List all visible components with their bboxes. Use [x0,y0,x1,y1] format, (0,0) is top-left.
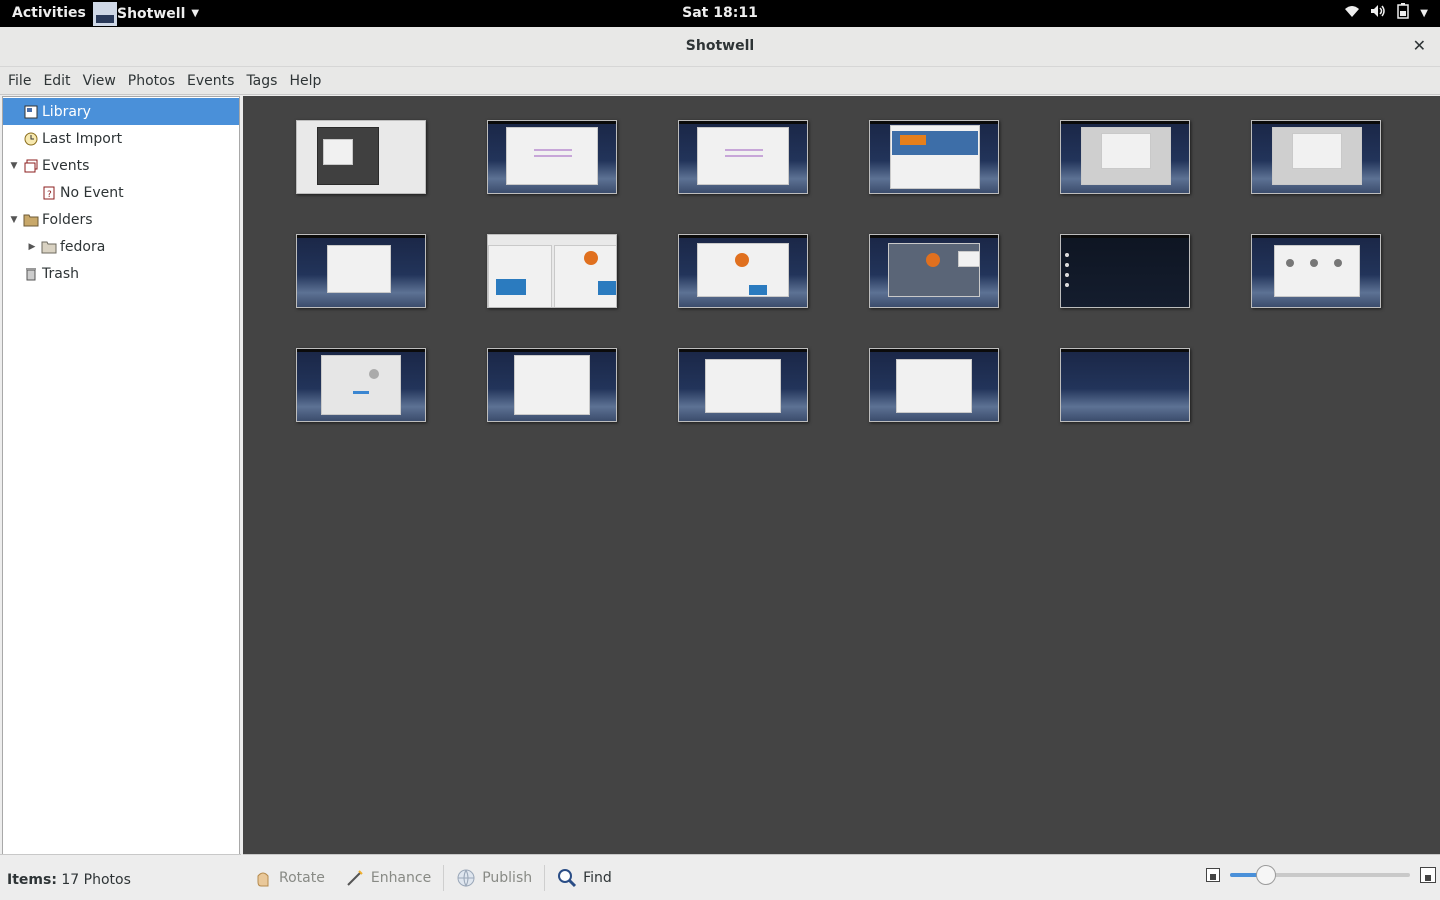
photo-thumbnail[interactable] [1251,234,1381,308]
chevron-down-icon: ▼ [191,8,200,19]
search-icon [557,868,577,888]
zoom-slider-handle[interactable] [1256,865,1276,885]
sidebar-item-events[interactable]: ▼ Events [3,152,239,179]
expander-open-icon[interactable]: ▼ [9,161,19,171]
photo-thumbnail[interactable] [869,348,999,422]
folder-icon [23,212,39,228]
app-menu[interactable]: Shotwell ▼ [93,0,199,27]
clock-icon [23,131,39,147]
wifi-icon [1344,4,1360,22]
sidebar-item-label: No Event [60,184,124,201]
sidebar-item-label: Events [42,157,90,174]
sidebar-item-folders[interactable]: ▼ Folders [3,206,239,233]
trash-icon [23,266,39,282]
photo-thumbnail[interactable] [1251,120,1381,194]
sidebar-item-trash[interactable]: Trash [3,260,239,287]
library-icon [23,104,39,120]
find-label: Find [583,869,612,886]
photo-thumbnail[interactable] [678,234,808,308]
photo-grid[interactable] [243,96,1440,854]
publish-label: Publish [482,869,533,886]
menu-caret-icon: ▼ [1420,7,1428,19]
menu-bar: File Edit View Photos Events Tags Help [0,67,1440,95]
window-title: Shotwell [685,38,755,54]
expander-closed-icon[interactable]: ▶ [27,242,37,252]
photo-thumbnail[interactable] [296,234,426,308]
rotate-icon [253,868,273,888]
menu-photos[interactable]: Photos [122,73,181,89]
events-icon [23,158,39,174]
expander-open-icon[interactable]: ▼ [9,215,19,225]
photo-thumbnail[interactable] [1060,348,1190,422]
find-button[interactable]: Find [547,861,622,895]
toolbar-separator [443,864,445,891]
photo-thumbnail[interactable] [678,348,808,422]
menu-help[interactable]: Help [283,73,327,89]
shotwell-app-icon [93,1,117,26]
system-status-area[interactable]: ▼ [1344,3,1428,23]
sidebar: Library Last Import ▼ Events ? No Event … [2,96,240,881]
clock[interactable]: Sat 18:11 [0,5,1440,21]
sidebar-item-fedora[interactable]: ▶ fedora [3,233,239,260]
menu-events[interactable]: Events [181,73,240,89]
rotate-label: Rotate [279,869,325,886]
status-bar: Items: 17 Photos [0,854,241,900]
zoom-slider[interactable] [1230,865,1410,885]
enhance-button[interactable]: Enhance [335,861,441,895]
toolbar-separator [544,864,546,891]
sidebar-item-last-import[interactable]: Last Import [3,125,239,152]
activities-button[interactable]: Activities [12,5,86,21]
photo-thumbnail[interactable] [678,120,808,194]
folder-icon [41,239,57,255]
menu-tags[interactable]: Tags [240,73,283,89]
photo-thumbnail[interactable] [296,348,426,422]
photo-thumbnail[interactable] [487,120,617,194]
photo-thumbnail[interactable] [487,234,617,308]
items-label: Items: [7,872,57,888]
zoom-control [1206,865,1436,885]
menu-edit[interactable]: Edit [37,73,76,89]
photo-thumbnail[interactable] [869,234,999,308]
photo-thumbnail[interactable] [487,348,617,422]
photo-thumbnail[interactable] [296,120,426,194]
rotate-button[interactable]: Rotate [243,861,335,895]
sidebar-item-label: fedora [60,238,106,255]
enhance-label: Enhance [370,869,432,886]
publish-button[interactable]: Publish [446,861,542,895]
battery-icon [1396,3,1410,23]
photo-thumbnail[interactable] [869,120,999,194]
enhance-icon [345,868,365,888]
sidebar-item-no-event[interactable]: ? No Event [3,179,239,206]
items-value: 17 Photos [61,872,131,888]
no-event-icon: ? [41,185,57,201]
bottom-toolbar: Rotate Enhance Publish Find [243,854,1440,900]
svg-text:?: ? [47,190,52,200]
sidebar-item-label: Last Import [42,130,123,147]
item-count: Items: 17 Photos [7,872,131,888]
sidebar-item-label: Trash [42,265,79,282]
zoom-in-icon[interactable] [1420,867,1436,883]
volume-icon [1370,4,1386,22]
menu-view[interactable]: View [77,73,122,89]
gnome-top-bar: Activities Shotwell ▼ Sat 18:11 ▼ [0,0,1440,27]
title-bar[interactable]: Shotwell ✕ [0,27,1440,67]
globe-icon [456,868,476,888]
photo-thumbnail[interactable] [1060,234,1190,308]
zoom-out-icon[interactable] [1206,868,1220,882]
photo-thumbnail[interactable] [1060,120,1190,194]
sidebar-item-label: Folders [42,211,93,228]
app-menu-label: Shotwell [117,5,186,22]
menu-file[interactable]: File [2,73,37,89]
close-icon[interactable]: ✕ [1413,36,1426,55]
sidebar-item-label: Library [42,103,91,120]
shotwell-window: Shotwell ✕ File Edit View Photos Events … [0,27,1440,900]
sidebar-item-library[interactable]: Library [3,98,239,125]
